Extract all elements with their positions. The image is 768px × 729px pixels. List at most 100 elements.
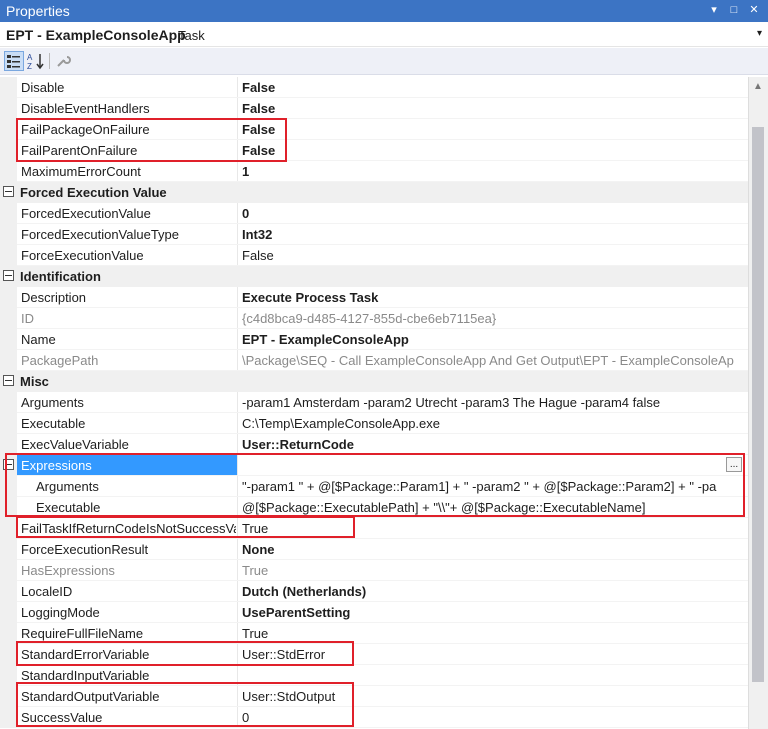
- restore-button[interactable]: □: [726, 2, 742, 18]
- property-value[interactable]: False: [242, 101, 748, 117]
- row-gutter: [0, 497, 17, 518]
- property-row[interactable]: StandardInputVariable: [0, 665, 748, 686]
- property-value[interactable]: UseParentSetting: [242, 605, 748, 621]
- property-row[interactable]: RequireFullFileName True: [0, 623, 748, 644]
- property-value[interactable]: 0: [242, 206, 748, 222]
- property-name: LocaleID: [21, 584, 73, 599]
- property-row[interactable]: ForcedExecutionValueType Int32: [0, 224, 748, 245]
- property-row[interactable]: SuccessValue 0: [0, 707, 748, 728]
- property-name: Description: [21, 290, 87, 305]
- alphabetical-button[interactable]: A Z: [26, 51, 46, 71]
- property-value[interactable]: True: [242, 521, 748, 537]
- category-row[interactable]: Forced Execution Value: [0, 182, 748, 203]
- window-title: Properties: [6, 3, 70, 19]
- property-value[interactable]: False: [242, 122, 748, 138]
- property-row[interactable]: DisableEventHandlers False: [0, 98, 748, 119]
- property-name: ForcedExecutionValue: [21, 206, 151, 221]
- property-value[interactable]: \Package\SEQ - Call ExampleConsoleApp An…: [242, 353, 748, 369]
- property-name: ForceExecutionResult: [21, 542, 149, 557]
- scroll-thumb[interactable]: [752, 127, 764, 682]
- property-value[interactable]: User::ReturnCode: [242, 437, 748, 453]
- property-name: HasExpressions: [21, 563, 115, 578]
- property-value[interactable]: Execute Process Task: [242, 290, 748, 306]
- property-value[interactable]: EPT - ExampleConsoleApp: [242, 332, 748, 348]
- row-gutter: [0, 623, 17, 644]
- property-row[interactable]: StandardOutputVariable User::StdOutput: [0, 686, 748, 707]
- property-row[interactable]: ForceExecutionValue False: [0, 245, 748, 266]
- categorized-icon: [7, 55, 20, 68]
- property-value[interactable]: {c4d8bca9-d485-4127-855d-cbe6eb7115ea}: [242, 311, 748, 327]
- property-value[interactable]: -param1 Amsterdam -param2 Utrecht -param…: [242, 395, 748, 411]
- property-value[interactable]: False: [242, 248, 748, 264]
- property-row[interactable]: HasExpressions True: [0, 560, 748, 581]
- property-row[interactable]: Description Execute Process Task: [0, 287, 748, 308]
- property-value[interactable]: C:\Temp\ExampleConsoleApp.exe: [242, 416, 748, 432]
- property-name: ForceExecutionValue: [21, 248, 144, 263]
- property-row[interactable]: MaximumErrorCount 1: [0, 161, 748, 182]
- property-row[interactable]: FailTaskIfReturnCodeIsNotSuccessValue Tru…: [0, 518, 748, 539]
- collapse-icon[interactable]: [3, 375, 14, 386]
- property-row[interactable]: LoggingMode UseParentSetting: [0, 602, 748, 623]
- row-gutter: [0, 539, 17, 560]
- property-value[interactable]: [242, 668, 748, 684]
- chevron-down-icon[interactable]: ▾: [757, 28, 762, 39]
- property-row[interactable]: StandardErrorVariable User::StdError: [0, 644, 748, 665]
- category-row[interactable]: Identification: [0, 266, 748, 287]
- row-gutter: [0, 686, 17, 707]
- property-row[interactable]: LocaleID Dutch (Netherlands): [0, 581, 748, 602]
- categorized-button[interactable]: [4, 51, 24, 71]
- property-value[interactable]: 0: [242, 710, 748, 726]
- row-gutter: [0, 77, 17, 98]
- property-row[interactable]: FailParentOnFailure False: [0, 140, 748, 161]
- property-value[interactable]: 1: [242, 164, 748, 180]
- property-row[interactable]: ForcedExecutionValue 0: [0, 203, 748, 224]
- expressions-editor-button[interactable]: ...: [726, 457, 742, 472]
- property-value[interactable]: Int32: [242, 227, 748, 243]
- property-value[interactable]: None: [242, 542, 748, 558]
- row-gutter: [0, 287, 17, 308]
- property-row[interactable]: FailPackageOnFailure False: [0, 119, 748, 140]
- collapse-icon[interactable]: [3, 270, 14, 281]
- window-dropdown-button[interactable]: ▾: [706, 2, 722, 18]
- property-row[interactable]: ForceExecutionResult None: [0, 539, 748, 560]
- property-value[interactable]: @[$Package::ExecutablePath] + "\\"+ @[$P…: [242, 500, 748, 516]
- property-row[interactable]: Executable @[$Package::ExecutablePath] + …: [0, 497, 748, 518]
- property-value[interactable]: User::StdOutput: [242, 689, 748, 705]
- vertical-scrollbar[interactable]: ▲: [748, 77, 768, 729]
- property-row[interactable]: Disable False: [0, 77, 748, 98]
- property-row[interactable]: Expressions...: [0, 455, 748, 476]
- row-gutter: [0, 602, 17, 623]
- row-gutter: [0, 560, 17, 581]
- row-gutter: [0, 203, 17, 224]
- property-row[interactable]: Arguments -param1 Amsterdam -param2 Utrec…: [0, 392, 748, 413]
- property-value[interactable]: Dutch (Netherlands): [242, 584, 748, 600]
- collapse-icon[interactable]: [3, 186, 14, 197]
- close-button[interactable]: ✕: [746, 2, 762, 18]
- property-value[interactable]: [242, 458, 748, 474]
- category-label: Identification: [20, 269, 101, 284]
- property-value[interactable]: False: [242, 80, 748, 96]
- column-divider: [237, 392, 238, 413]
- property-row[interactable]: ID {c4d8bca9-d485-4127-855d-cbe6eb7115ea}: [0, 308, 748, 329]
- property-value[interactable]: "-param1 " + @[$Package::Param1] + " -pa…: [242, 479, 748, 495]
- row-gutter: [0, 329, 17, 350]
- column-divider: [237, 665, 238, 686]
- row-gutter: [0, 224, 17, 245]
- property-value[interactable]: True: [242, 563, 748, 579]
- property-row[interactable]: Name EPT - ExampleConsoleApp: [0, 329, 748, 350]
- scroll-up-icon[interactable]: ▲: [753, 81, 763, 92]
- property-row[interactable]: Executable C:\Temp\ExampleConsoleApp.exe: [0, 413, 748, 434]
- property-pages-button[interactable]: [54, 51, 74, 71]
- row-gutter: [0, 350, 17, 371]
- category-row[interactable]: Misc: [0, 371, 748, 392]
- property-name: Name: [21, 332, 56, 347]
- property-value[interactable]: User::StdError: [242, 647, 748, 663]
- collapse-icon[interactable]: [3, 459, 14, 470]
- column-divider: [237, 308, 238, 329]
- object-selector[interactable]: EPT - ExampleConsoleApp Task ▾: [0, 24, 768, 47]
- property-row[interactable]: PackagePath \Package\SEQ - Call ExampleCo…: [0, 350, 748, 371]
- property-row[interactable]: ExecValueVariable User::ReturnCode: [0, 434, 748, 455]
- property-value[interactable]: False: [242, 143, 748, 159]
- property-value[interactable]: True: [242, 626, 748, 642]
- property-row[interactable]: Arguments "-param1 " + @[$Package::Param1…: [0, 476, 748, 497]
